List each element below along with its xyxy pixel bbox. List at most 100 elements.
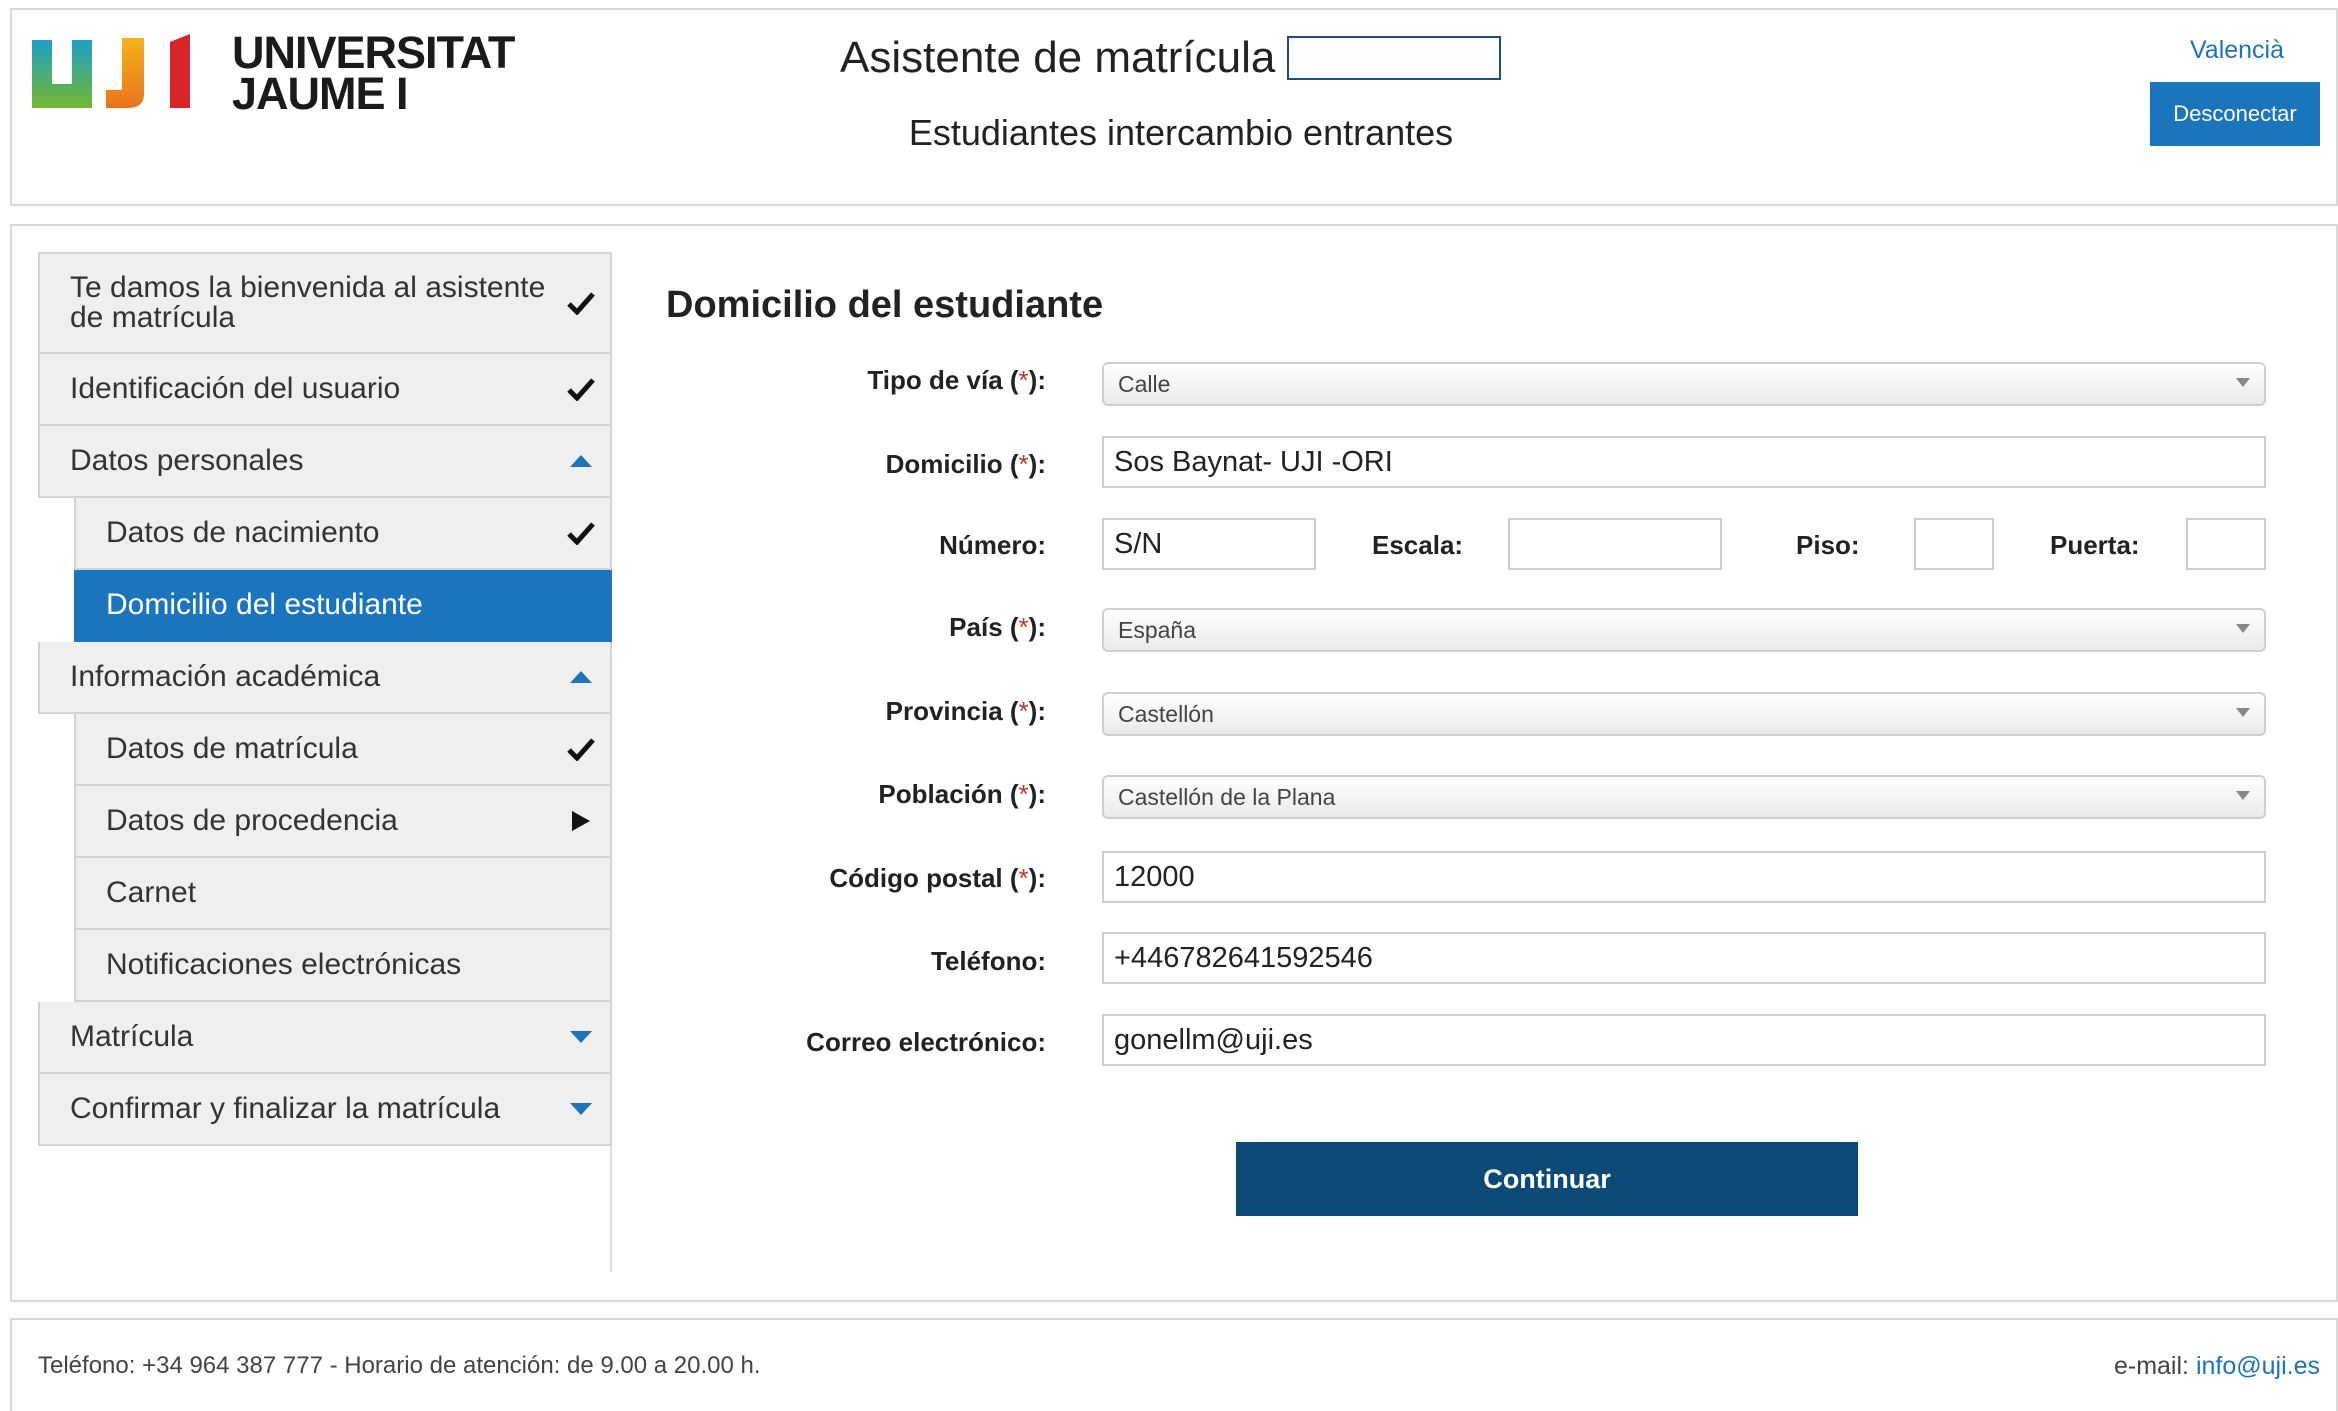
label-text: ): (1028, 449, 1046, 479)
label-text: País ( (949, 612, 1019, 642)
caret-down-icon (566, 1022, 596, 1052)
sidebar-item-matricula[interactable]: Matrícula (38, 1002, 612, 1074)
sidebar-item-label: Matrícula (70, 1020, 194, 1053)
label-text: Domicilio ( (885, 449, 1019, 479)
pais-select[interactable]: España (1102, 608, 2266, 652)
sidebar-item-identificacion[interactable]: Identificación del usuario (38, 354, 612, 426)
pais-label: País (*): (949, 612, 1046, 643)
sidebar-item-label: Datos de nacimiento (106, 516, 380, 549)
chevron-down-icon (2236, 791, 2250, 800)
tipo-via-select[interactable]: Calle (1102, 362, 2266, 406)
sidebar-subgroup-personales: Datos de nacimiento Domicilio del estudi… (74, 498, 612, 642)
correo-input[interactable]: gonellm@uji.es (1102, 1014, 2266, 1066)
logo-text-line2: JAUME I (232, 68, 409, 119)
label-text: Población ( (878, 779, 1019, 809)
domicilio-label: Domicilio (*): (886, 449, 1046, 480)
tipo-via-label: Tipo de vía (*): (867, 365, 1046, 396)
piso-input[interactable] (1914, 518, 1994, 570)
sidebar-item-label: Domicilio del estudiante (106, 588, 423, 621)
label-text: ): (1028, 365, 1046, 395)
caret-up-icon (566, 662, 596, 692)
language-link[interactable]: Valencià (2180, 36, 2294, 65)
select-value: Castellón (1118, 700, 1214, 727)
sidebar-item-carnet[interactable]: Carnet (74, 858, 612, 930)
sidebar-item-confirmar[interactable]: Confirmar y finalizar la matrícula (38, 1074, 612, 1146)
label-text: Código postal ( (829, 863, 1019, 893)
uji-logo[interactable]: UNIVERSITAT JAUME I (28, 28, 515, 118)
telefono-label: Teléfono: (930, 946, 1046, 976)
sidebar-nav: Te damos la bienvenida al asistente de m… (38, 252, 612, 1146)
escala-input[interactable] (1508, 518, 1722, 570)
page-title: Asistente de matrícula (840, 33, 1276, 82)
label-text: Provincia ( (885, 696, 1019, 726)
caret-down-icon (566, 1094, 596, 1124)
logout-button[interactable]: Desconectar (2150, 82, 2320, 146)
label-text: ): (1028, 696, 1046, 726)
required-mark: * (1018, 449, 1029, 479)
check-icon (566, 374, 596, 404)
header-title-box (1287, 36, 1502, 80)
escala-label: Escala: (1372, 530, 1464, 560)
sidebar-item-label: Carnet (106, 876, 197, 909)
required-mark: * (1018, 612, 1029, 642)
correo-label: Correo electrónico: (806, 1027, 1046, 1057)
sidebar-item-informacion-academica[interactable]: Información académica (38, 642, 612, 714)
provincia-select[interactable]: Castellón (1102, 692, 2266, 736)
select-value: Castellón de la Plana (1118, 783, 1336, 810)
required-mark: * (1018, 696, 1029, 726)
codigo-postal-input[interactable]: 12000 (1102, 851, 2266, 903)
select-value: España (1118, 616, 1197, 643)
label-text: Tipo de vía ( (867, 365, 1019, 395)
sidebar-item-notificaciones[interactable]: Notificaciones electrónicas (74, 930, 612, 1002)
sidebar-subgroup-academica: Datos de matrícula Datos de procedencia … (74, 714, 612, 1002)
numero-label: Número: (939, 530, 1046, 560)
page-subtitle: Estudiantes intercambio entrantes (0, 112, 2338, 154)
sidebar-item-label: Datos de procedencia (106, 804, 398, 837)
label-text: ): (1028, 863, 1046, 893)
telefono-input[interactable]: +446782641592546 (1102, 932, 2266, 984)
sidebar-item-bienvenida[interactable]: Te damos la bienvenida al asistente de m… (38, 252, 612, 354)
footer-email-label: e-mail: (2113, 1352, 2196, 1380)
provincia-label: Provincia (*): (886, 696, 1046, 727)
sidebar-item-datos-procedencia[interactable]: Datos de procedencia (74, 786, 612, 858)
sidebar-item-label: Datos de matrícula (106, 732, 358, 765)
sidebar-item-label: Identificación del usuario (70, 372, 401, 405)
puerta-label: Puerta: (2050, 530, 2140, 560)
sidebar-item-label: Datos personales (70, 444, 304, 477)
sidebar-item-label: Confirmar y finalizar la matrícula (70, 1092, 501, 1125)
footer-email: e-mail: info@uji.es (2114, 1352, 2320, 1381)
domicilio-input[interactable]: Sos Baynat- UJI -ORI (1102, 436, 2266, 488)
sidebar-item-datos-personales[interactable]: Datos personales (38, 426, 612, 498)
label-text: ): (1028, 612, 1046, 642)
check-icon (566, 518, 596, 548)
select-value: Calle (1118, 370, 1171, 397)
sidebar-item-datos-matricula[interactable]: Datos de matrícula (74, 714, 612, 786)
piso-label: Piso: (1796, 530, 1860, 560)
sidebar-item-domicilio[interactable]: Domicilio del estudiante (74, 570, 612, 642)
sidebar-item-label: Información académica (70, 660, 381, 693)
header-title-group: Asistente de matrícula (840, 30, 1502, 86)
footer-contact: Teléfono: +34 964 387 777 - Horario de a… (38, 1352, 761, 1379)
chevron-down-icon (2236, 624, 2250, 633)
codigo-postal-label: Código postal (*): (829, 863, 1046, 894)
label-text: ): (1028, 779, 1046, 809)
form-title: Domicilio del estudiante (666, 284, 1104, 326)
poblacion-select[interactable]: Castellón de la Plana (1102, 775, 2266, 819)
footer-email-link[interactable]: info@uji.es (2196, 1352, 2320, 1380)
required-mark: * (1018, 779, 1029, 809)
required-mark: * (1018, 863, 1029, 893)
chevron-down-icon (2236, 378, 2250, 387)
check-icon (566, 288, 596, 318)
logo-text: UNIVERSITAT JAUME I (232, 30, 515, 119)
uji-logo-icon (32, 34, 190, 108)
poblacion-label: Población (*): (878, 779, 1046, 810)
check-icon (566, 734, 596, 764)
caret-up-icon (566, 446, 596, 476)
sidebar-item-datos-nacimiento[interactable]: Datos de nacimiento (74, 498, 612, 570)
puerta-input[interactable] (2186, 518, 2266, 570)
page-subtitle-text: Estudiantes intercambio entrantes (908, 112, 1454, 153)
chevron-down-icon (2236, 708, 2250, 717)
required-mark: * (1018, 365, 1029, 395)
numero-input[interactable]: S/N (1102, 518, 1316, 570)
continue-button[interactable]: Continuar (1236, 1142, 1858, 1216)
